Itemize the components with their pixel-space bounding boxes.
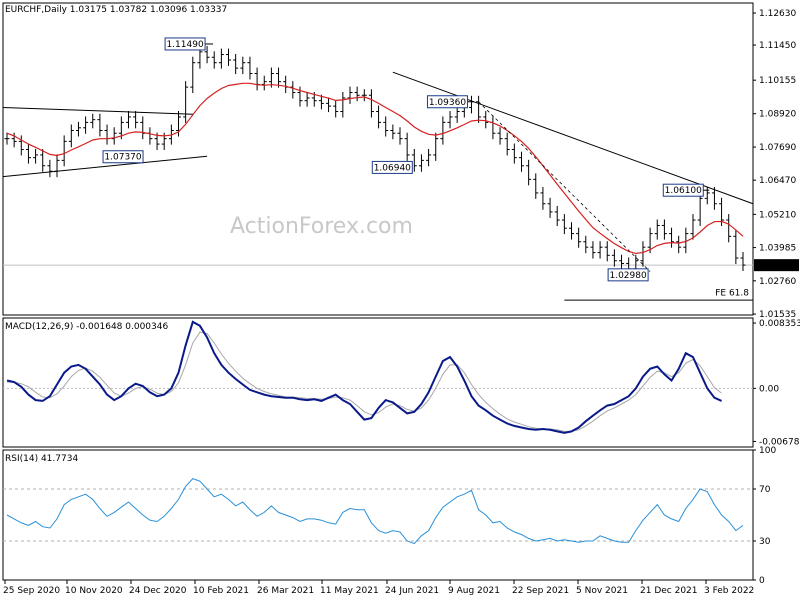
x-tick-label: 10 Feb 2021 <box>193 586 249 596</box>
price-header: EURCHF,Daily 1.03175 1.03782 1.03096 1.0… <box>5 5 227 15</box>
level-label: 1.06940 <box>371 160 413 174</box>
x-tick-label: 24 Dec 2020 <box>129 586 187 596</box>
x-tick-label: 22 Sep 2021 <box>512 586 569 596</box>
fe-61-8-label: FE 61.8 <box>715 289 749 299</box>
rsi-y-tick-label: 100 <box>759 446 776 456</box>
level-label-text: 1.02980 <box>609 271 646 281</box>
x-tick-label: 3 Feb 2022 <box>704 586 754 596</box>
macd-header: MACD(12,26,9) -0.001648 0.000346 <box>5 322 168 332</box>
price-y-tick-label: 1.03985 <box>759 244 796 254</box>
level-label: 1.06100 <box>662 183 710 197</box>
level-label-text: 1.07370 <box>104 153 141 163</box>
x-tick-label: 10 Nov 2020 <box>65 586 123 596</box>
macd-y-tick-label: 0.008353 <box>759 319 800 329</box>
price-y-tick-label: 1.08920 <box>759 110 796 120</box>
price-y-tick-label: 1.06470 <box>759 176 796 186</box>
level-label-text: 1.06940 <box>374 163 411 173</box>
price-y-tick-label: 1.12630 <box>759 9 796 19</box>
watermark: ActionForex.com <box>230 214 413 239</box>
price-y-tick-label: 1.05210 <box>759 210 796 220</box>
x-tick-label: 26 Mar 2021 <box>257 586 314 596</box>
price-y-tick-label: 1.02760 <box>759 277 796 287</box>
rsi-y-tick-label: 30 <box>759 537 771 547</box>
rsi-y-tick-label: 70 <box>759 485 771 495</box>
price-y-tick-label: 1.07690 <box>759 143 796 153</box>
level-label-text: 1.06100 <box>665 186 702 196</box>
rsi-header: RSI(14) 41.7734 <box>5 454 78 464</box>
x-tick-label: 24 Jun 2021 <box>385 586 439 596</box>
x-tick-label: 21 Dec 2021 <box>640 586 698 596</box>
level-label: 1.07370 <box>102 150 144 164</box>
x-tick-label: 11 May 2021 <box>320 586 379 596</box>
macd-y-tick-label: 0.00 <box>759 384 779 394</box>
panel-frame <box>2 449 754 581</box>
rsi-y-tick-label: 0 <box>759 576 765 586</box>
price-y-tick-label: 1.11450 <box>759 41 796 51</box>
panel-frames <box>2 2 754 581</box>
level-label: 1.02980 <box>607 268 649 282</box>
last-price-label: 1.03337 <box>759 261 796 271</box>
price-y-tick-label: 1.10155 <box>759 76 796 86</box>
level-label-text: 1.09360 <box>429 98 466 108</box>
eurchf-chart-svg: ActionForex.com 1.11490 1.07370 1.09360 1.0… <box>2 2 800 596</box>
level-label-text: 1.11490 <box>166 40 203 50</box>
x-tick-label: 25 Sep 2020 <box>3 586 60 596</box>
level-label: 1.09360 <box>426 95 474 109</box>
x-tick-label: 5 Nov 2021 <box>576 586 628 596</box>
chart-stage: ActionForex.com 1.11490 1.07370 1.09360 1.0… <box>0 0 800 600</box>
x-tick-label: 9 Aug 2021 <box>448 586 500 596</box>
